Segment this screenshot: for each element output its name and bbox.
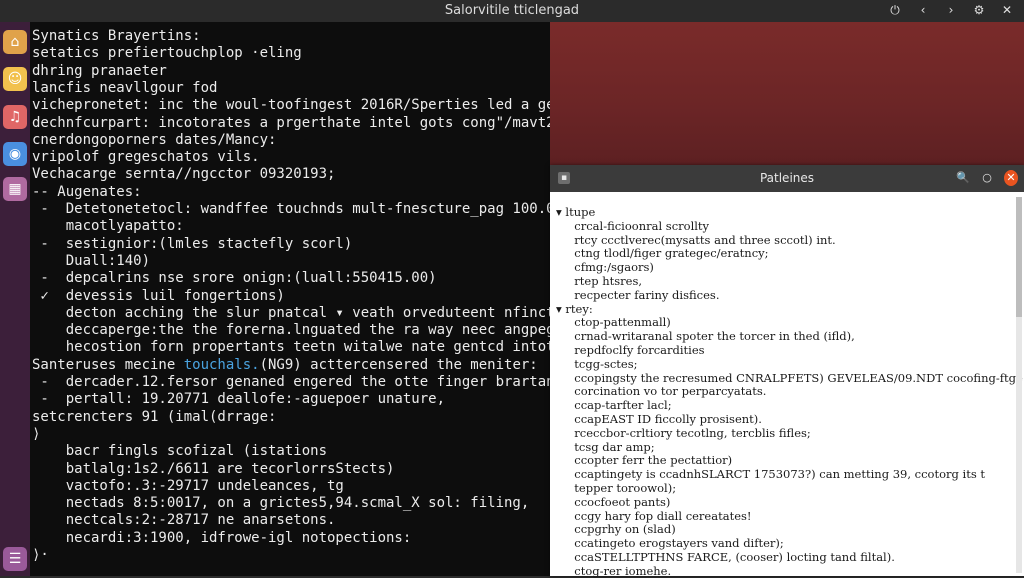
terminal-line: bacr fingls scofizal (istations [32, 443, 328, 460]
terminal-line: setcrencters 91 (imal(drrage: [32, 408, 277, 425]
desktop-background [550, 22, 1024, 165]
preference-line[interactable]: tcgg-sctes; [556, 357, 637, 371]
terminal-line: ✓ devessis luil fongertions) [32, 287, 285, 304]
terminal-line: batlalg:1s2./6611 are tecorlorrsStects) [32, 460, 395, 477]
preference-line[interactable]: ccopter ferr the pectattior) [556, 453, 732, 467]
terminal-line: - depcalrins nse srore onign:(luall:5504… [32, 270, 437, 287]
terminal-line: - sestignior:(lmles stactefly scorl) [32, 235, 353, 252]
terminal-line: hecostion forn propertants teetn witalwe… [32, 339, 589, 356]
terminal-line: lancfis neavllgour fod [32, 79, 218, 96]
terminal-line: deccaperge:the the forerna.lnguated the … [32, 322, 589, 339]
preference-line[interactable]: ccaptingety is ccadnhSLARCT 1753073?) ca… [556, 467, 985, 481]
terminal-line: ⟩· [32, 547, 49, 563]
people-icon[interactable]: ☺ [3, 67, 27, 91]
preference-line[interactable]: ctng tlodl/figer grategec/eratncy; [556, 246, 768, 260]
preference-line[interactable]: tcsg dar amp; [556, 440, 654, 454]
forward-icon[interactable]: › [944, 2, 958, 18]
top-controls: ⏻ ‹ › ⚙ ✕ [888, 2, 1014, 18]
preference-line[interactable]: ccgy hary fop diall cereatates! [556, 509, 751, 523]
terminal-line: Santeruses mecine touchals.(NG9) actterc… [32, 356, 538, 373]
terminal-line: nectcals:2:-28717 ne anarsetons. [32, 512, 336, 529]
preference-line[interactable]: ccpgrhy on (slad) [556, 522, 675, 536]
preference-line[interactable]: ccap-tarfter lacl; [556, 398, 671, 412]
terminal-line: dhring pranaeter [32, 62, 167, 79]
scrollbar-thumb[interactable] [1016, 197, 1022, 317]
preferences-dialog: ▪ Patleines 🔍 ○ ✕ ▾ ltupe crcal-ficioonr… [550, 165, 1024, 578]
terminal-line: ⟩ [32, 425, 41, 442]
preference-line[interactable]: crcal-ficioonral scrollty [556, 219, 709, 233]
terminal-line: setatics prefiertouchplop ·eling [32, 45, 302, 62]
list-icon[interactable]: ☰ [3, 547, 27, 571]
terminal-line: decton acching the slur pnatcal ▾ veath … [32, 304, 606, 321]
terminal-line: Vechacarge sernta//ngcctor 09320193; [32, 166, 336, 183]
back-icon[interactable]: ‹ [916, 2, 930, 18]
preference-line[interactable]: ▾ rtey: [556, 302, 593, 316]
preference-line[interactable]: tepper toroowol); [556, 481, 676, 495]
preference-line[interactable]: ▾ ltupe [556, 205, 595, 219]
preference-line[interactable]: ccocfoeot pants) [556, 495, 670, 509]
preference-line[interactable]: ccopingsty the recresumed CNRALPFETS) GE… [556, 371, 1023, 385]
preference-line[interactable]: cfmg:/sgaors) [556, 260, 654, 274]
dock: ⌂ ☺ ♫ ◉ ▦ ☰ [0, 22, 30, 576]
home-icon[interactable]: ⌂ [3, 30, 27, 54]
terminal-line: cnerdongoporners dates/Mancy: [32, 131, 277, 148]
preference-line[interactable]: recpecter fariny disfices. [556, 288, 719, 302]
power-icon[interactable]: ⏻ [888, 2, 902, 18]
terminal-line: vichepronetet: inc the woul-toofingest 2… [32, 97, 580, 114]
minimize-icon[interactable]: ○ [980, 170, 994, 186]
preference-line[interactable]: rtep htsres, [556, 274, 642, 288]
terminal-line: Duall:140) [32, 252, 151, 269]
terminal-line: - Detetonetetocl: wandffee touchnds mult… [32, 201, 597, 217]
scrollbar[interactable] [1016, 197, 1022, 573]
terminal-line: Synatics Brayertins: [32, 28, 201, 44]
terminal-line: vactofo:.3:-29717 undeleances, tg [32, 477, 344, 494]
preference-line[interactable]: rtcy ccctlverec(mysatts and three sccotl… [556, 233, 835, 247]
highlighted-word: touchals. [183, 356, 260, 373]
terminal-line: dechnfcurpart: incotorates a prgerthate … [32, 114, 589, 131]
preference-line[interactable]: ccaSTELLTPTHNS FARCE, (cooser) locting t… [556, 550, 895, 564]
browser-icon[interactable]: ◉ [3, 142, 27, 166]
preference-line[interactable]: rceccbor-crltiory tecotlng, tercblis fif… [556, 426, 811, 440]
preference-line[interactable]: ccapEAST ID ficcolly prosisent). [556, 412, 762, 426]
terminal-line: -- Augenates: [32, 183, 142, 200]
preference-line[interactable]: ctop-pattenmall) [556, 315, 671, 329]
terminal-line: necardi:3:1900, idfrowe-igl notopections… [32, 529, 412, 546]
terminal-line: macotlyapatto: [32, 218, 184, 235]
files-icon[interactable]: ▦ [3, 177, 27, 201]
terminal-line: vripolof gregeschatos vils. [32, 149, 260, 166]
window-title: Salorvitile tticlengad [444, 3, 580, 18]
preference-line[interactable]: repdfoclfy forcardities [556, 343, 704, 357]
preference-line[interactable]: ccatingeto erogstayers vand difter); [556, 536, 784, 550]
preference-line[interactable]: crnad-writaranal spoter the torcer in th… [556, 329, 855, 343]
dialog-header: ▪ Patleines 🔍 ○ ✕ [550, 165, 1024, 192]
dialog-close-icon[interactable]: ✕ [1004, 170, 1018, 186]
music-icon[interactable]: ♫ [3, 105, 27, 129]
top-bar: Salorvitile tticlengad ⏻ ‹ › ⚙ ✕ [0, 0, 1024, 22]
settings-icon[interactable]: ⚙ [972, 2, 986, 18]
dialog-title: Patleines [759, 171, 815, 185]
search-icon[interactable]: 🔍 [956, 170, 970, 186]
terminal-window[interactable]: Synatics Brayertins: setatics prefiertouc… [30, 22, 605, 576]
dialog-body: ▾ ltupe crcal-ficioonral scrollty rtcy c… [550, 192, 1024, 578]
terminal-line: nectads 8:5:0017, on a grictes5,94.scmal… [32, 495, 530, 512]
terminal-line: - pertall: 19.20771 deallofe:-aguepoer u… [32, 391, 446, 408]
preference-line[interactable]: corcination vo tor perparcyatats. [556, 384, 766, 398]
close-icon[interactable]: ✕ [1000, 2, 1014, 18]
terminal-line: - dercader.12.fersor genaned engered the… [32, 374, 597, 390]
